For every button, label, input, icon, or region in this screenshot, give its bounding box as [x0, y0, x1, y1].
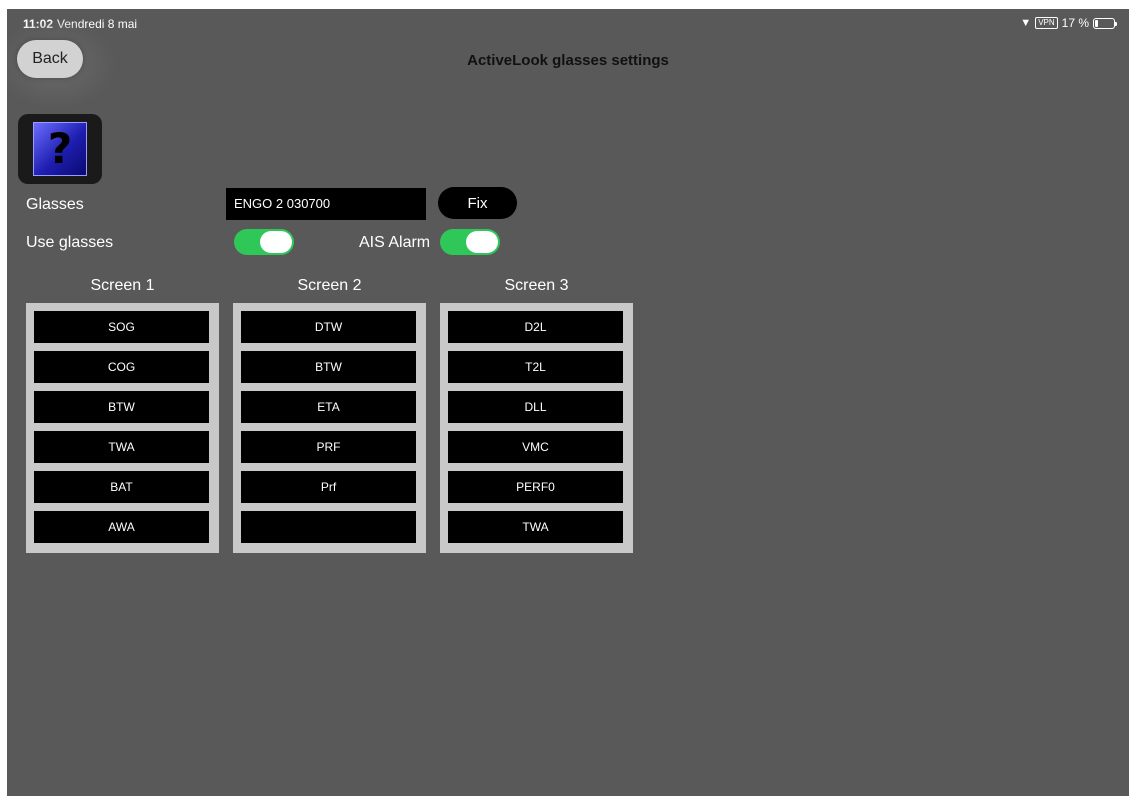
screen-3-slot[interactable]: T2L [448, 351, 623, 383]
toggle-knob [466, 231, 498, 253]
vpn-badge: VPN [1035, 17, 1058, 29]
battery-percent: 17 % [1061, 16, 1089, 30]
ais-alarm-toggle[interactable] [440, 229, 500, 255]
glasses-label: Glasses [26, 196, 84, 213]
screen-2-slot[interactable] [241, 511, 416, 543]
page-title: ActiveLook glasses settings [467, 52, 669, 69]
screen-3-slot[interactable]: VMC [448, 431, 623, 463]
screen-2-slot[interactable]: BTW [241, 351, 416, 383]
screen-1-slot[interactable]: BTW [34, 391, 209, 423]
ais-alarm-label: AIS Alarm [359, 234, 431, 251]
screen-1-slot[interactable]: AWA [34, 511, 209, 543]
app-screen: 11:02Vendredi 8 mai ▼ VPN 17 % Back Acti… [7, 9, 1129, 796]
screen-1-title: Screen 1 [90, 277, 155, 294]
toggle-knob [260, 231, 292, 253]
screen-3-slot[interactable]: D2L [448, 311, 623, 343]
screen-3-slot[interactable]: DLL [448, 391, 623, 423]
screen-2-panel: DTW BTW ETA PRF Prf [233, 303, 426, 553]
screen-3-slot[interactable]: PERF0 [448, 471, 623, 503]
screen-2-slot[interactable]: DTW [241, 311, 416, 343]
screen-2-title: Screen 2 [297, 277, 362, 294]
battery-level [1095, 19, 1098, 27]
use-glasses-label: Use glasses [26, 234, 114, 251]
screen-3-slot[interactable]: TWA [448, 511, 623, 543]
wifi-icon: ▼ [1020, 17, 1032, 29]
screen-2-slot[interactable]: PRF [241, 431, 416, 463]
screen-1-slot[interactable]: COG [34, 351, 209, 383]
screen-1-slot[interactable]: SOG [34, 311, 209, 343]
screen-2-slot[interactable]: ETA [241, 391, 416, 423]
fix-button[interactable]: Fix [438, 187, 517, 219]
screen-1-panel: SOG COG BTW TWA BAT AWA [26, 303, 219, 553]
screen-1-slot[interactable]: BAT [34, 471, 209, 503]
battery-tip [1115, 21, 1117, 26]
glasses-field[interactable]: ENGO 2 030700 [226, 188, 426, 220]
screen-2-slot[interactable]: Prf [241, 471, 416, 503]
screen-3-title: Screen 3 [504, 277, 569, 294]
screen-3-panel: D2L T2L DLL VMC PERF0 TWA [440, 303, 633, 553]
use-glasses-toggle[interactable] [234, 229, 294, 255]
battery-icon [1093, 17, 1117, 29]
screen-1-slot[interactable]: TWA [34, 431, 209, 463]
help-button[interactable]: ? [18, 114, 102, 184]
status-indicators: ▼ VPN 17 % [1020, 16, 1117, 30]
help-icon: ? [33, 122, 87, 176]
